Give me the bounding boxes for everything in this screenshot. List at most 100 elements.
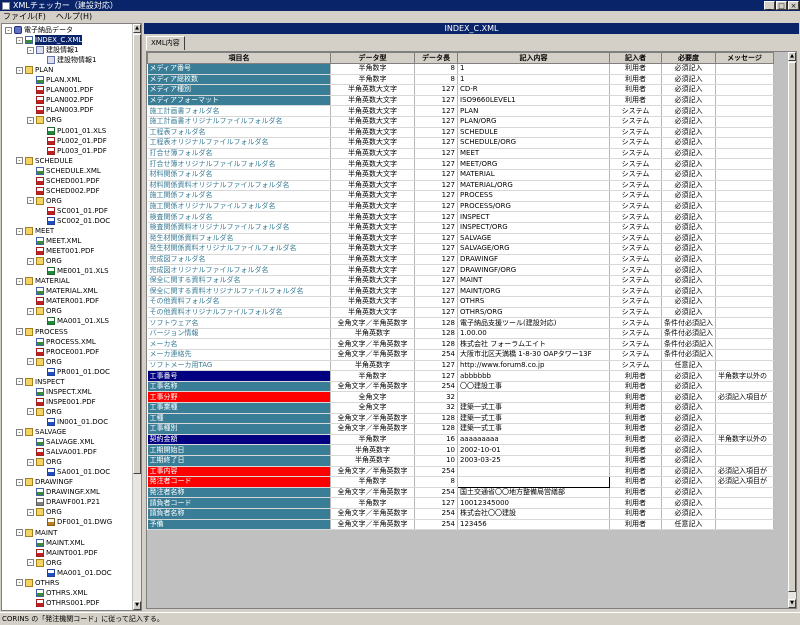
table-row[interactable]: 保全に関する資料オリジナルファイルフォルダ名 半角英数大文字 127 MAINT/OR…: [147, 285, 774, 298]
tree-item[interactable]: MAINT001.PDF: [27, 548, 98, 558]
table-cell[interactable]: [715, 105, 774, 117]
table-cell[interactable]: 利用者: [609, 402, 662, 414]
column-header[interactable]: データ型: [330, 52, 415, 64]
table-cell[interactable]: [715, 360, 774, 372]
table-row[interactable]: ソフトメーカ用TAG 半角英数字 127 http://www.forum8.co.j…: [147, 360, 774, 372]
tree-item[interactable]: - MEET: [16, 226, 54, 236]
table-row[interactable]: その他資料オリジナルファイルフォルダ名 半角英数大文字 127 OTHRS/ORG シス…: [147, 307, 774, 319]
table-cell[interactable]: システム: [609, 233, 662, 245]
table-cell[interactable]: [715, 497, 774, 509]
item-name-cell[interactable]: 完成図フォルダ名: [147, 254, 331, 266]
table-cell[interactable]: 32: [414, 402, 458, 414]
table-cell[interactable]: 127: [414, 222, 458, 234]
table-cell[interactable]: [715, 487, 774, 499]
table-cell[interactable]: [715, 190, 774, 202]
table-cell[interactable]: 127: [414, 497, 458, 509]
collapse-toggle-icon[interactable]: -: [16, 579, 23, 587]
table-row[interactable]: ソフトウェア名 全角文字／半角英数字 128 電子納品支援ツール(建設対応) システム条…: [147, 317, 774, 329]
table-cell[interactable]: 条件付必須記入: [661, 317, 716, 329]
table-row[interactable]: 検査関係フォルダ名 半角英数大文字 127 INSPECT システム 必須記入: [147, 211, 774, 223]
table-cell[interactable]: 2002-10-01: [457, 444, 610, 456]
table-row[interactable]: 保全に関する資料フォルダ名 半角英数大文字 127 MAINT システム 必須記入: [147, 275, 774, 287]
table-cell[interactable]: 8: [414, 74, 458, 86]
tree-item[interactable]: - ORG: [27, 306, 62, 316]
table-cell[interactable]: [715, 275, 774, 287]
item-name-cell[interactable]: 打合せ簿フォルダ名: [147, 148, 331, 160]
tree-item[interactable]: - PLAN: [16, 65, 53, 75]
minimize-button[interactable]: _: [764, 1, 775, 10]
collapse-toggle-icon[interactable]: -: [16, 36, 23, 44]
item-name-cell[interactable]: 施工関係オリジナルファイルフォルダ名: [147, 201, 331, 213]
table-row[interactable]: メディア総枚数 半角数字 8 1 利用者 必須記入: [147, 74, 774, 86]
table-cell[interactable]: 半角英数大文字: [330, 222, 415, 234]
collapse-toggle-icon[interactable]: -: [27, 257, 34, 265]
table-row[interactable]: 工事名称 全角文字／半角英数字 254 〇〇建設工事 利用者 必須記入: [147, 381, 774, 393]
table-cell[interactable]: 必須記入: [661, 264, 716, 276]
item-name-cell[interactable]: その他資料フォルダ名: [147, 296, 331, 308]
table-cell[interactable]: 必須記入: [661, 466, 716, 478]
table-cell[interactable]: 127: [414, 169, 458, 181]
table-cell[interactable]: 必須記入: [661, 508, 716, 520]
table-cell[interactable]: 全角文字／半角英数字: [330, 349, 415, 361]
table-row[interactable]: 発注者コード 半角数字 8 利用者 必須記入 必須記入項目が: [147, 476, 774, 488]
table-cell[interactable]: [715, 254, 774, 266]
table-row[interactable]: メーカ連絡先 全角文字／半角英数字 254 大阪市北区天満橋 1-8-30 OAPタワ…: [147, 349, 774, 361]
item-name-cell[interactable]: 保全に関する資料フォルダ名: [147, 275, 331, 287]
table-cell[interactable]: MAINT: [457, 275, 610, 287]
table-cell[interactable]: SCHEDULE: [457, 127, 610, 139]
table-cell[interactable]: ISO9660LEVEL1: [457, 95, 610, 107]
item-name-cell[interactable]: 発生材関係資料フォルダ名: [147, 233, 331, 245]
table-cell[interactable]: 127: [414, 264, 458, 276]
table-cell[interactable]: INSPECT: [457, 211, 610, 223]
item-name-cell[interactable]: 検査関係フォルダ名: [147, 211, 331, 223]
table-cell[interactable]: 半角数字以外の: [715, 370, 774, 382]
maximize-button[interactable]: □: [776, 1, 787, 10]
table-cell[interactable]: 128: [414, 317, 458, 329]
collapse-toggle-icon[interactable]: -: [16, 529, 23, 536]
table-cell[interactable]: 必須記入: [661, 190, 716, 202]
table-cell[interactable]: システム: [609, 116, 662, 128]
column-header[interactable]: 項目名: [147, 52, 331, 64]
table-row[interactable]: 請負者名称 全角文字／半角英数字 254 株式会社〇〇建設 利用者 必須記入: [147, 508, 774, 520]
table-cell[interactable]: 半角英数大文字: [330, 180, 415, 192]
tree-item[interactable]: - PROCESS: [16, 327, 68, 337]
table-cell[interactable]: [715, 285, 774, 298]
table-cell[interactable]: [715, 84, 774, 96]
table-row[interactable]: 工事業種 全角文字 32 建築一式工事 利用者 必須記入: [147, 402, 774, 414]
item-name-cell[interactable]: 施工計画書フォルダ名: [147, 105, 331, 117]
table-row[interactable]: 工事分野 全角文字 32 利用者 必須記入 必須記入項目が: [147, 391, 774, 403]
collapse-toggle-icon[interactable]: -: [27, 116, 34, 124]
table-cell[interactable]: 必須記入: [661, 307, 716, 319]
item-name-cell[interactable]: 請負者名称: [147, 508, 331, 520]
tree-item[interactable]: PROCESS.XML: [27, 337, 96, 347]
item-name-cell[interactable]: 工期開始日: [147, 444, 331, 456]
tree-item[interactable]: DF001_01.DWG: [38, 517, 112, 527]
table-row[interactable]: メディアフォーマット 半角英数大文字 127 ISO9660LEVEL1 利用者 必須記入: [147, 95, 774, 107]
table-cell[interactable]: 利用者: [609, 455, 662, 467]
table-cell[interactable]: 必須記入: [661, 296, 716, 308]
table-cell[interactable]: 全角文字: [330, 391, 415, 403]
item-name-cell[interactable]: 請負者コード: [147, 497, 331, 509]
table-cell[interactable]: 全角文字／半角英数字: [330, 413, 415, 425]
table-cell[interactable]: 半角英数大文字: [330, 148, 415, 160]
table-cell[interactable]: 全角文字／半角英数字: [330, 338, 415, 351]
table-cell[interactable]: [457, 391, 610, 403]
table-cell[interactable]: 必須記入: [661, 127, 716, 139]
table-cell[interactable]: 必須記入項目が: [715, 476, 774, 488]
table-cell[interactable]: 半角英数大文字: [330, 169, 415, 181]
item-name-cell[interactable]: 契約金額: [147, 434, 331, 446]
table-cell[interactable]: 利用者: [609, 391, 662, 403]
table-cell[interactable]: 必須記入: [661, 413, 716, 425]
collapse-toggle-icon[interactable]: -: [27, 197, 34, 205]
table-cell[interactable]: 必須記入: [661, 497, 716, 509]
table-cell[interactable]: [715, 243, 774, 255]
table-cell[interactable]: 全角文字: [330, 402, 415, 414]
table-cell[interactable]: 半角英数大文字: [330, 264, 415, 276]
table-cell[interactable]: 127: [414, 201, 458, 213]
item-name-cell[interactable]: 予備: [147, 519, 331, 531]
table-cell[interactable]: 利用者: [609, 413, 662, 425]
table-cell[interactable]: 必須記入: [661, 487, 716, 499]
tree-item[interactable]: PLAN001.PDF: [27, 85, 94, 95]
item-name-cell[interactable]: 工事内容: [147, 466, 331, 478]
column-header[interactable]: 必要度: [661, 52, 716, 64]
